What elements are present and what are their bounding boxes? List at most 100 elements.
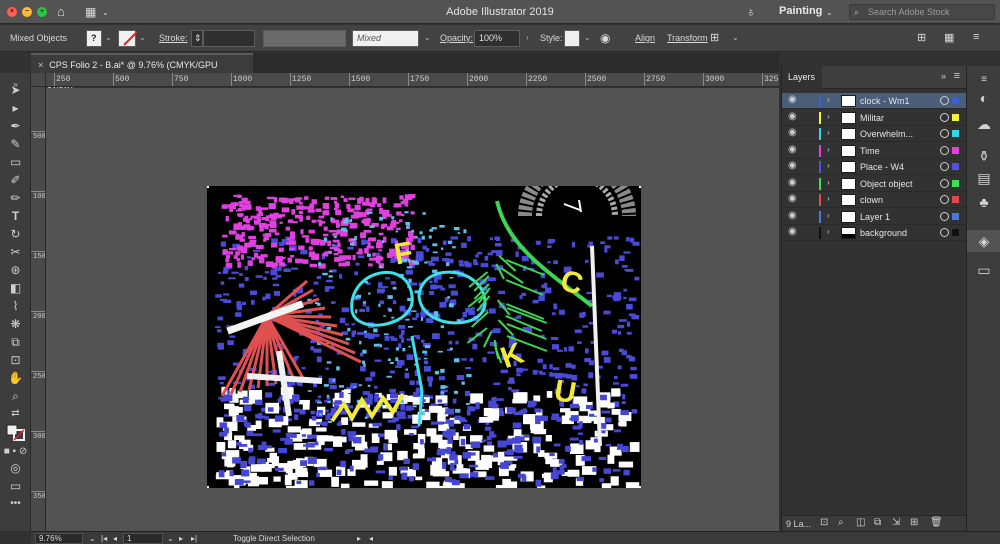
status-menu-icon[interactable]: ▸ bbox=[357, 534, 361, 543]
layer-name[interactable]: Militar bbox=[860, 113, 884, 123]
minimize-window-button[interactable]: − bbox=[22, 7, 32, 17]
expand-chevron-icon[interactable]: › bbox=[827, 178, 830, 187]
artboard[interactable]: FCKU bbox=[207, 186, 641, 488]
maximize-window-button[interactable]: + bbox=[37, 7, 47, 17]
warp-tool-icon[interactable]: ⊛ bbox=[3, 261, 28, 279]
selection-indicator[interactable] bbox=[952, 97, 959, 104]
layer-name[interactable]: Place - W4 bbox=[860, 162, 904, 172]
more-options-icon[interactable]: ⌄ bbox=[732, 33, 739, 42]
stroke-swatch[interactable] bbox=[118, 30, 138, 47]
canvas[interactable]: FCKU bbox=[46, 88, 779, 531]
layer-row[interactable]: ◉ › Overwhelm... bbox=[782, 126, 966, 142]
layer-row[interactable]: ◉ › background bbox=[782, 225, 966, 241]
target-circle-icon[interactable] bbox=[940, 145, 949, 155]
layer-row[interactable]: ◉ › Layer 1 bbox=[782, 209, 966, 225]
expand-chevron-icon[interactable]: › bbox=[827, 128, 830, 137]
new-layer-icon[interactable]: ⊞ bbox=[910, 517, 918, 528]
delete-layer-icon[interactable]: 🗑 bbox=[930, 517, 943, 528]
target-circle-icon[interactable] bbox=[940, 162, 949, 171]
shaper-tool-icon[interactable]: ✏ bbox=[3, 189, 28, 207]
visibility-eye-icon[interactable]: ◉ bbox=[788, 144, 797, 155]
opacity-label[interactable]: Opacity: bbox=[440, 33, 473, 43]
align-link[interactable]: Align bbox=[635, 33, 655, 43]
layer-row[interactable]: ◉ › Place - W4 bbox=[782, 159, 966, 175]
selection-tool-icon[interactable]: ➤ bbox=[3, 81, 28, 99]
rectangle-tool-icon[interactable]: ▭ bbox=[3, 153, 28, 171]
layer-row[interactable]: ◉ › Object object bbox=[782, 176, 966, 192]
selection-indicator[interactable] bbox=[952, 229, 959, 236]
target-circle-icon[interactable] bbox=[940, 96, 949, 105]
layer-name[interactable]: Object object bbox=[860, 179, 913, 189]
eyedropper-tool-icon[interactable]: ⌇ bbox=[3, 297, 28, 315]
layer-name[interactable]: Layer 1 bbox=[860, 212, 890, 222]
scroll-left-icon[interactable]: ◂ bbox=[369, 534, 373, 543]
zoom-tool-icon[interactable]: ⌕ bbox=[3, 387, 28, 405]
direct-selection-tool-icon[interactable]: ▸ bbox=[3, 99, 28, 117]
workspace-switcher[interactable]: Painting bbox=[779, 5, 822, 17]
recolor-artwork-icon[interactable]: ◉ bbox=[600, 31, 610, 45]
grid-icon[interactable]: ▦ bbox=[944, 31, 954, 44]
export-assets-icon[interactable]: ⊡ bbox=[820, 517, 828, 528]
new-sublayer-icon[interactable]: ⧉ bbox=[874, 517, 881, 528]
visibility-eye-icon[interactable]: ◉ bbox=[788, 210, 797, 221]
expand-chevron-icon[interactable]: › bbox=[827, 194, 830, 203]
cc-libraries-icon[interactable]: ☁ bbox=[967, 116, 1000, 133]
selection-indicator[interactable] bbox=[952, 130, 959, 137]
rotate-tool-icon[interactable]: ↻ bbox=[3, 225, 28, 243]
stroke-weight-field[interactable] bbox=[203, 30, 255, 47]
last-artboard-icon[interactable]: ▸| bbox=[191, 534, 197, 543]
fill-dropdown-icon[interactable]: ⌄ bbox=[105, 33, 112, 42]
collapse-panel-icon[interactable]: » bbox=[941, 71, 946, 81]
panel-menu-icon[interactable]: ≡ bbox=[954, 70, 960, 82]
artboards-panel-icon[interactable]: ▭ bbox=[967, 262, 1000, 279]
hand-tool-icon[interactable]: ✋ bbox=[3, 369, 28, 387]
layer-row[interactable]: ◉ › clock - Wm1 bbox=[782, 93, 966, 109]
collect-export-icon[interactable]: ⇲ bbox=[892, 517, 900, 528]
selection-indicator[interactable] bbox=[952, 196, 959, 203]
clipping-mask-icon[interactable]: ◫ bbox=[856, 517, 865, 528]
layer-name[interactable]: Time bbox=[860, 146, 880, 156]
target-circle-icon[interactable] bbox=[940, 112, 949, 122]
stroke-label[interactable]: Stroke: bbox=[159, 33, 188, 43]
visibility-eye-icon[interactable]: ◉ bbox=[788, 127, 797, 138]
layer-name[interactable]: Overwhelm... bbox=[860, 129, 913, 139]
close-window-button[interactable]: × bbox=[7, 7, 17, 17]
layer-name[interactable]: clock - Wm1 bbox=[860, 96, 910, 106]
layers-tab[interactable]: Layers bbox=[782, 66, 822, 89]
blend-tool-icon[interactable]: ⧉ bbox=[3, 333, 28, 351]
style-dropdown-icon[interactable]: ⌄ bbox=[584, 33, 591, 42]
fill-swatch[interactable]: ? bbox=[86, 30, 102, 47]
arrange-documents-icon[interactable]: ▦ bbox=[85, 4, 96, 20]
layer-row[interactable]: ◉ › Militar bbox=[782, 110, 966, 126]
selection-indicator[interactable] bbox=[952, 163, 959, 170]
paintbrush-tool-icon[interactable]: ✐ bbox=[3, 171, 28, 189]
expand-chevron-icon[interactable]: › bbox=[827, 95, 830, 104]
brushes-panel-icon[interactable]: ⚱ bbox=[967, 148, 1000, 165]
ruler-origin[interactable] bbox=[31, 73, 46, 87]
expand-chevron-icon[interactable]: › bbox=[827, 112, 830, 121]
visibility-eye-icon[interactable]: ◉ bbox=[788, 160, 797, 171]
workspace-chevron-icon[interactable]: ⌄ bbox=[826, 5, 833, 21]
selection-indicator[interactable] bbox=[952, 179, 959, 187]
opacity-field[interactable]: 100% bbox=[474, 30, 520, 47]
stock-search-input[interactable]: ⌕ Search Adobe Stock bbox=[849, 4, 995, 20]
arrange-icon[interactable]: ⊞ bbox=[917, 31, 926, 44]
expand-chevron-icon[interactable]: › bbox=[827, 161, 830, 170]
lightbulb-icon[interactable]: ♁ bbox=[746, 4, 756, 20]
document-tab[interactable]: ×CPS Folio 2 - B.ai* @ 9.76% (CMYK/GPU P… bbox=[31, 53, 253, 90]
visibility-eye-icon[interactable]: ◉ bbox=[788, 226, 797, 237]
home-icon[interactable]: ⌂ bbox=[57, 4, 65, 20]
chevron-down-icon[interactable]: ⌄ bbox=[102, 5, 109, 21]
layer-row[interactable]: ◉ › clown bbox=[782, 192, 966, 208]
visibility-eye-icon[interactable]: ◉ bbox=[788, 193, 797, 204]
target-circle-icon[interactable] bbox=[940, 178, 949, 188]
selection-indicator[interactable] bbox=[952, 113, 959, 121]
curvature-tool-icon[interactable]: ✎ bbox=[3, 135, 28, 153]
artboard-dropdown-icon[interactable]: ⌄ bbox=[167, 534, 174, 543]
layers-panel-icon[interactable]: ◈ bbox=[967, 230, 1000, 252]
brush-dropdown-icon[interactable]: ⌄ bbox=[424, 33, 431, 42]
scissors-tool-icon[interactable]: ✂ bbox=[3, 243, 28, 261]
locate-object-icon[interactable]: ⌕ bbox=[838, 517, 844, 528]
first-artboard-icon[interactable]: |◂ bbox=[101, 534, 107, 543]
swap-fill-stroke-icon[interactable]: ⇄ bbox=[3, 405, 28, 423]
